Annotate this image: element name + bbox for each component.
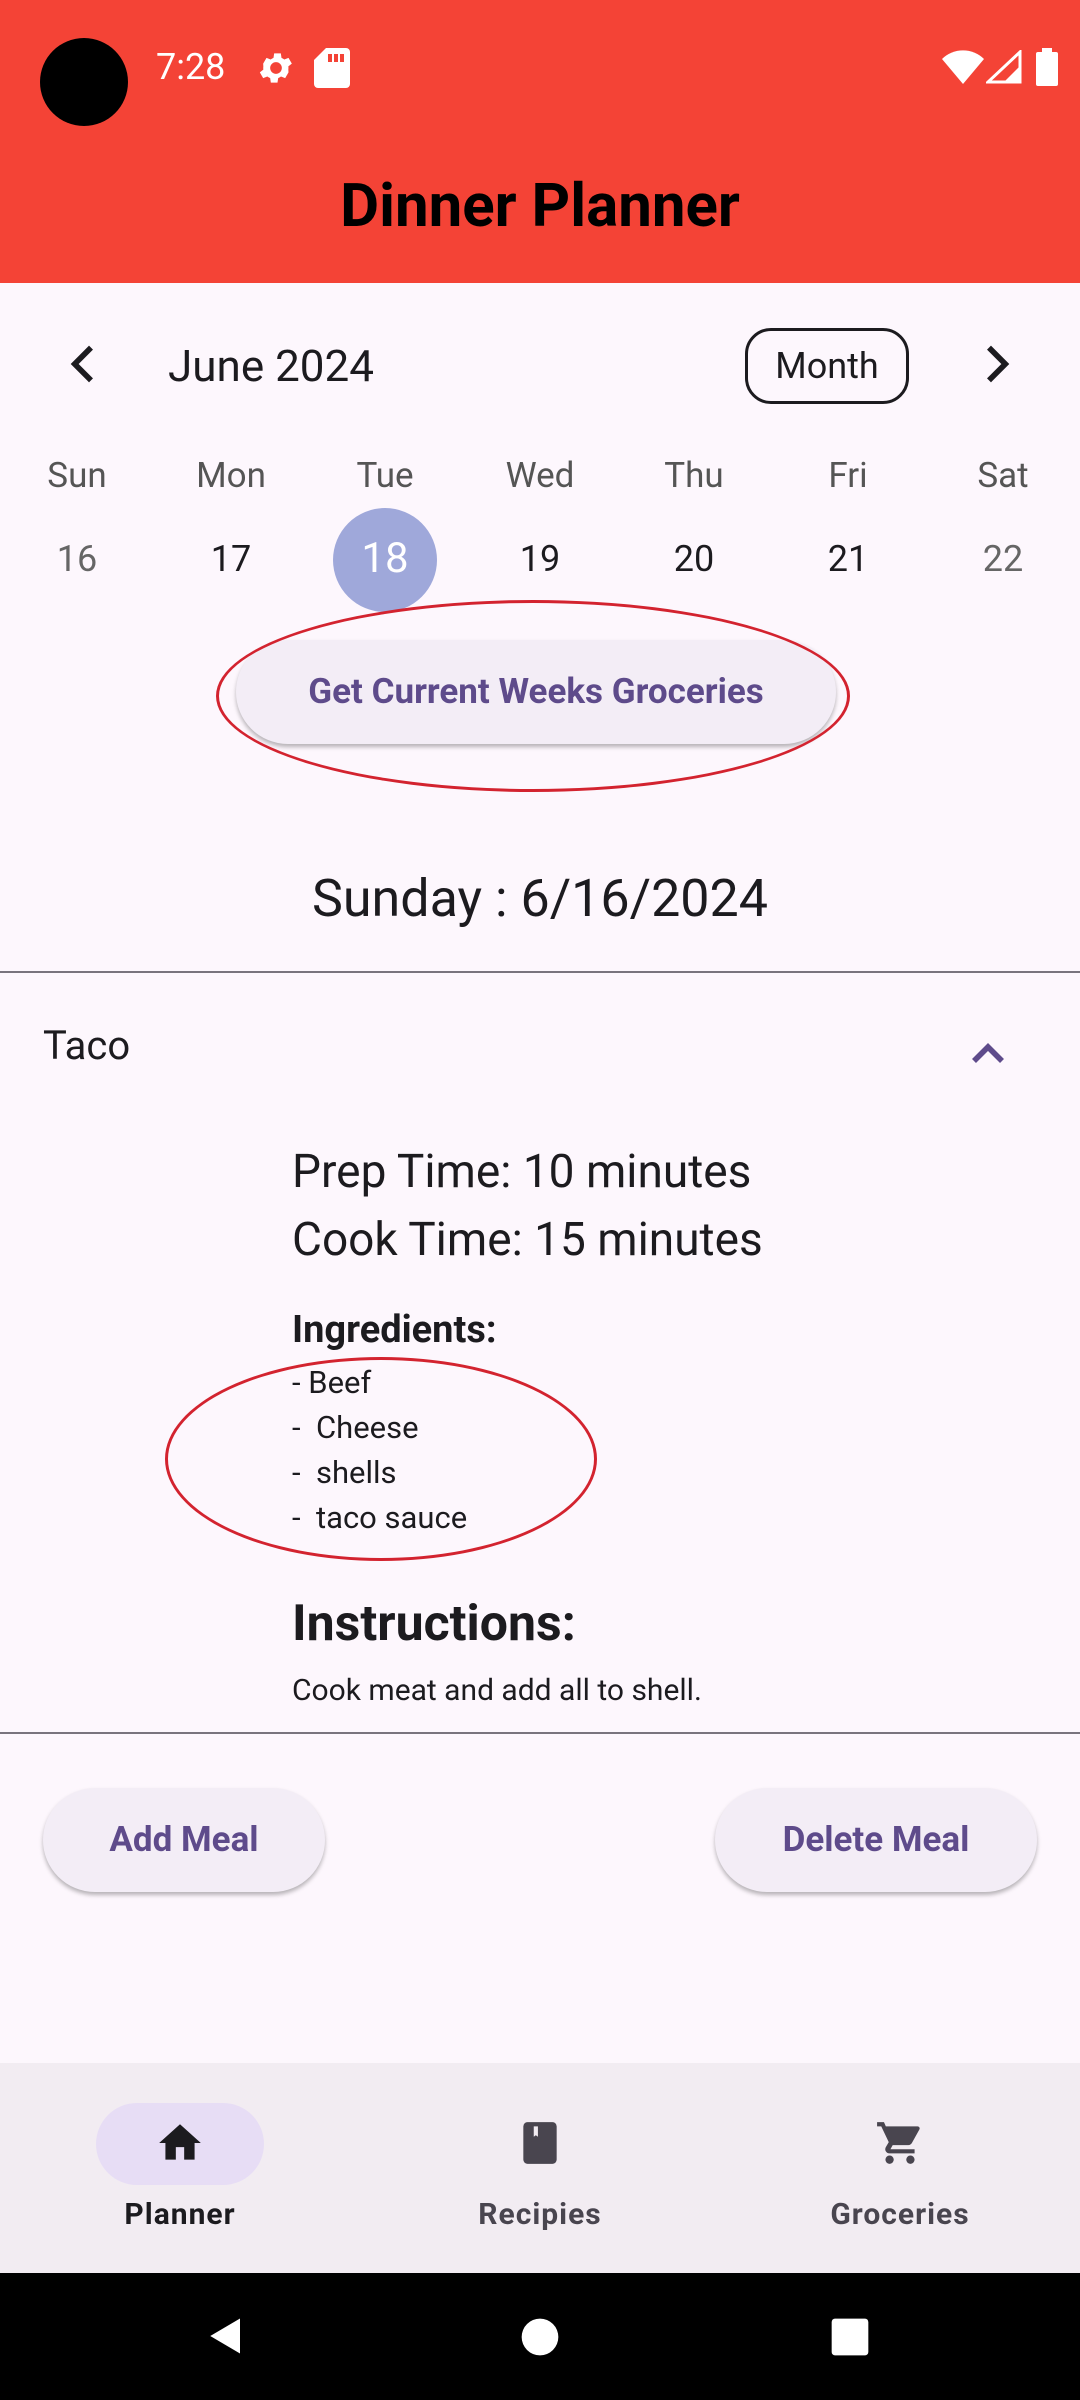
meal-name[interactable]: Taco xyxy=(43,1022,130,1069)
camera-cutout xyxy=(40,38,128,126)
calendar-day[interactable]: 19 xyxy=(480,538,600,580)
nav-item-groceries[interactable]: Groceries xyxy=(720,2063,1080,2273)
calendar-day[interactable]: 22 xyxy=(943,538,1063,580)
selected-day-heading: Sunday : 6/16/2024 xyxy=(312,868,768,929)
calendar-format-button[interactable]: Month xyxy=(745,328,909,404)
nav-item-recipies[interactable]: Recipies xyxy=(360,2063,720,2273)
annotation-ellipse xyxy=(216,600,850,792)
previous-month-chevron-icon[interactable] xyxy=(56,336,112,392)
back-icon[interactable] xyxy=(205,2315,247,2357)
weekday-tue: Tue xyxy=(356,455,414,496)
annotation-ellipse xyxy=(165,1357,597,1561)
wifi-icon xyxy=(942,50,984,84)
nav-label: Planner xyxy=(124,2197,236,2232)
cook-time: Cook Time: 15 minutes xyxy=(292,1213,763,1267)
status-time: 7:28 xyxy=(156,46,226,88)
calendar-day[interactable]: 20 xyxy=(634,538,754,580)
home-icon xyxy=(159,2124,201,2160)
battery-icon xyxy=(1036,48,1058,86)
app-bar: 7:28 Dinner Planner xyxy=(0,0,1080,283)
sd-card-icon xyxy=(314,48,350,88)
weekday-sun: Sun xyxy=(47,455,107,496)
recents-square-icon[interactable] xyxy=(830,2317,870,2357)
nav-item-planner[interactable]: Planner xyxy=(0,2063,360,2273)
delete-meal-button[interactable]: Delete Meal xyxy=(715,1788,1037,1892)
settings-icon xyxy=(259,53,292,83)
weekday-fri: Fri xyxy=(828,455,868,496)
system-navigation-bar xyxy=(0,2273,1080,2400)
calendar-day[interactable]: 16 xyxy=(17,538,137,580)
cart-icon xyxy=(877,2122,920,2164)
add-meal-button[interactable]: Add Meal xyxy=(43,1788,325,1892)
prep-time: Prep Time: 10 minutes xyxy=(292,1145,752,1199)
calendar-day[interactable]: 17 xyxy=(171,538,291,580)
nav-label: Groceries xyxy=(830,2197,970,2232)
instructions-text: Cook meat and add all to shell. xyxy=(292,1673,702,1708)
weekday-thu: Thu xyxy=(664,455,724,496)
nav-label: Recipies xyxy=(478,2197,602,2232)
calendar-day[interactable]: 21 xyxy=(788,538,908,580)
month-label: June 2024 xyxy=(168,340,374,392)
next-month-chevron-icon[interactable] xyxy=(968,336,1024,392)
collapse-chevron-up-icon[interactable] xyxy=(960,1026,1016,1082)
divider xyxy=(0,1732,1080,1734)
calendar-day-selected[interactable]: 18 xyxy=(325,534,445,583)
signal-icon xyxy=(986,50,1022,84)
weekday-sat: Sat xyxy=(977,455,1029,496)
divider xyxy=(0,971,1080,973)
app-title: Dinner Planner xyxy=(340,170,740,241)
instructions-heading: Instructions: xyxy=(292,1595,576,1653)
ingredients-heading: Ingredients: xyxy=(292,1308,497,1352)
home-circle-icon[interactable] xyxy=(520,2317,560,2357)
weekday-mon: Mon xyxy=(196,455,266,496)
weekday-wed: Wed xyxy=(505,455,575,496)
book-icon xyxy=(523,2122,557,2164)
